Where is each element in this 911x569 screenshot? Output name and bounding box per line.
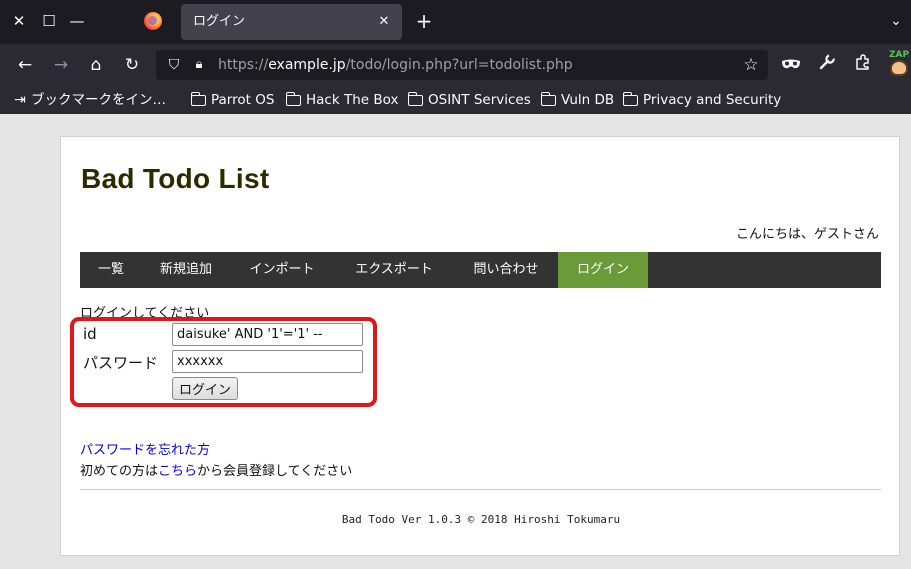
forgot-password-link[interactable]: パスワードを忘れた方 xyxy=(80,439,210,458)
menu-item-login[interactable]: ログイン xyxy=(558,252,648,288)
bookmark-vuln-db[interactable]: Vuln DB xyxy=(540,86,615,114)
bookmark-label: Parrot OS xyxy=(211,92,275,108)
bookmark-import[interactable]: ⇥ ブックマークをイン… xyxy=(12,86,166,114)
window-maximize-icon[interactable]: ☐ xyxy=(38,10,60,32)
folder-icon xyxy=(407,91,423,106)
tab-list-chevron-down-icon[interactable]: ⌄ xyxy=(887,12,905,30)
bookmarks-toolbar: ⇥ ブックマークをイン… Parrot OS Hack The Box OSIN… xyxy=(0,86,911,114)
zap-label: ZAP xyxy=(889,50,910,60)
signup-link[interactable]: こちら xyxy=(158,464,197,479)
bookmark-label: Hack The Box xyxy=(306,92,399,108)
menu-item-list[interactable]: 一覧 xyxy=(80,252,142,288)
greeting-text: こんにちは、ゲストさん xyxy=(735,227,879,242)
tracking-protection-shield-icon[interactable]: ⛉ xyxy=(164,55,184,75)
signup-suffix: から会員登録してください xyxy=(197,464,353,479)
bookmark-parrot-os[interactable]: Parrot OS xyxy=(190,86,275,114)
main-menu: 一覧 新規追加 インポート エクスポート 問い合わせ ログイン xyxy=(80,252,881,288)
wrench-icon[interactable] xyxy=(815,52,839,77)
extensions-puzzle-icon[interactable] xyxy=(851,53,875,77)
menu-item-contact[interactable]: 問い合わせ xyxy=(454,252,558,288)
tab-close-icon[interactable]: ✕ xyxy=(374,12,394,32)
url-path: /todo/login.php?url=todolist.php xyxy=(345,57,573,73)
menu-item-import[interactable]: インポート xyxy=(230,252,334,288)
bookmark-label: Privacy and Security xyxy=(643,92,782,108)
new-tab-plus-icon[interactable]: + xyxy=(413,10,435,32)
address-bar[interactable]: ⛉ 🔒︎ https://example.jp/todo/login.php?u… xyxy=(156,50,768,80)
annotation-highlight-box xyxy=(70,317,377,407)
site-title: Bad Todo List xyxy=(81,163,270,194)
bookmark-star-icon[interactable]: ☆ xyxy=(740,54,762,76)
home-icon[interactable]: ⌂ xyxy=(84,53,108,77)
lock-icon[interactable]: 🔒︎ xyxy=(189,55,209,75)
bookmark-label: ブックマークをイン… xyxy=(31,92,166,108)
bookmark-osint-services[interactable]: OSINT Services xyxy=(407,86,531,114)
back-arrow-icon[interactable]: ← xyxy=(13,53,37,77)
private-mask-icon[interactable] xyxy=(779,53,803,77)
page-card: Bad Todo List こんにちは、ゲストさん 一覧 新規追加 インポート … xyxy=(60,136,900,556)
bookmark-label: Vuln DB xyxy=(561,92,615,108)
bookmark-hack-the-box[interactable]: Hack The Box xyxy=(285,86,399,114)
signup-prefix: 初めての方は xyxy=(80,464,159,479)
folder-icon xyxy=(190,91,206,106)
folder-icon xyxy=(622,91,638,106)
footer-text: Bad Todo Ver 1.0.3 © 2018 Hiroshi Tokuma… xyxy=(341,513,621,526)
tab-login[interactable]: ログイン ✕ xyxy=(181,4,402,40)
page-viewport: Bad Todo List こんにちは、ゲストさん 一覧 新規追加 インポート … xyxy=(0,114,911,569)
zap-extension-icon[interactable]: ZAP xyxy=(889,50,911,78)
forward-arrow-icon[interactable]: → xyxy=(49,53,73,77)
menu-item-new[interactable]: 新規追加 xyxy=(142,252,230,288)
reload-icon[interactable]: ↻ xyxy=(120,53,144,77)
firefox-icon[interactable] xyxy=(144,12,162,30)
tab-title: ログイン xyxy=(193,14,246,29)
url-host: example.jp xyxy=(268,57,346,73)
tab-bar: ✕ ☐ — ログイン ✕ + ⌄ xyxy=(0,0,911,44)
menu-item-export[interactable]: エクスポート xyxy=(334,252,454,288)
bookmark-label: OSINT Services xyxy=(428,92,531,108)
bookmark-privacy-and-security[interactable]: Privacy and Security xyxy=(622,86,782,114)
folder-icon xyxy=(540,91,556,106)
signup-text: 初めての方はこちらから会員登録してください xyxy=(80,460,352,479)
zap-face-icon xyxy=(890,60,908,76)
folder-icon xyxy=(285,91,301,106)
url-scheme: https:// xyxy=(218,57,269,73)
footer-divider xyxy=(80,489,881,490)
url-text[interactable]: https://example.jp/todo/login.php?url=to… xyxy=(218,50,573,80)
navigation-toolbar: ← → ⌂ ↻ ⛉ 🔒︎ https://example.jp/todo/log… xyxy=(0,44,911,86)
window-minimize-icon[interactable]: — xyxy=(66,10,88,32)
import-icon: ⇥ xyxy=(14,92,26,108)
window-close-icon[interactable]: ✕ xyxy=(8,10,30,32)
